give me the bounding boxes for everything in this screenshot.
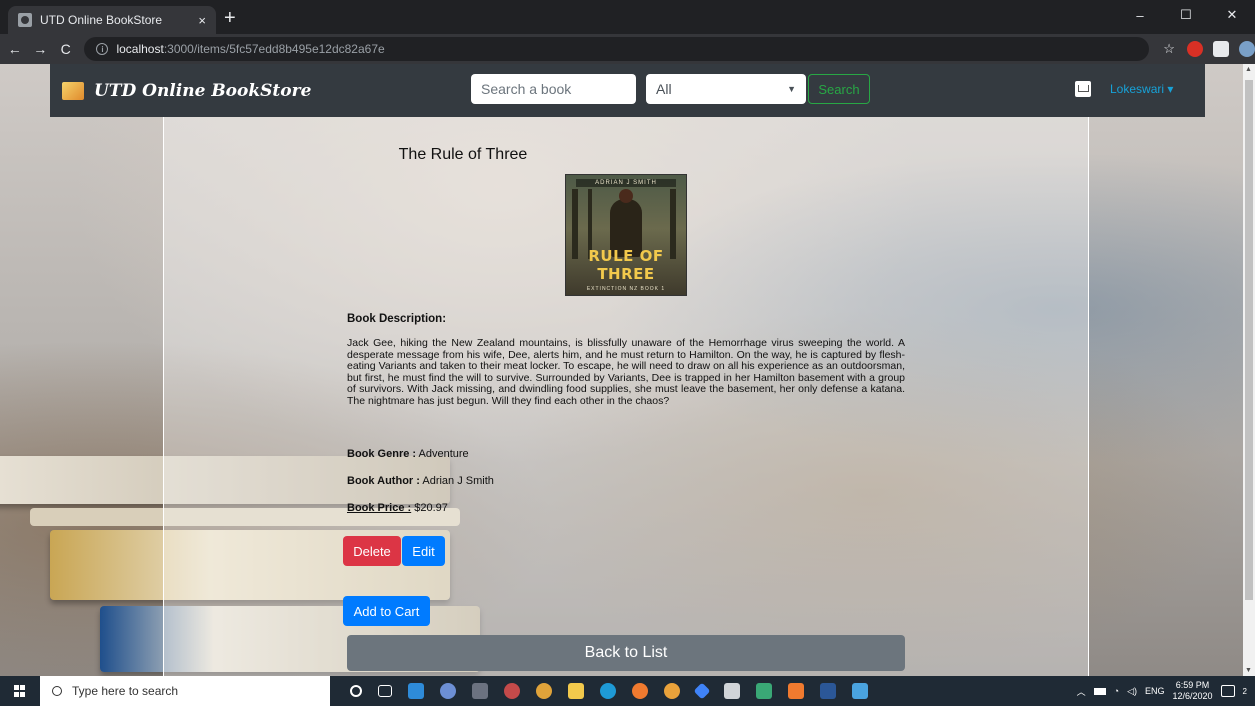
window-controls: – ☐ ✕ <box>1117 0 1255 30</box>
terminal-icon[interactable] <box>724 683 740 699</box>
chevron-down-icon: ▼ <box>787 84 796 94</box>
delete-button[interactable]: Delete <box>343 536 401 566</box>
keyboard-icon[interactable] <box>472 683 488 699</box>
star-icon[interactable]: ☆ <box>1161 41 1177 57</box>
scrollbar-thumb[interactable] <box>1245 80 1253 600</box>
wifi-icon[interactable]: ◔ <box>1114 686 1119 696</box>
book-title: The Rule of Three <box>398 146 528 163</box>
tray-chevron-icon[interactable]: ︿ <box>1077 685 1086 698</box>
url-path: :3000/items/5fc57edd8b495e12dc82a67e <box>163 42 385 56</box>
genre-value: Adventure <box>418 448 469 460</box>
word-icon[interactable] <box>820 683 836 699</box>
app-r-icon[interactable] <box>440 683 456 699</box>
sublime-icon[interactable] <box>788 683 804 699</box>
book-price: Book Price : $20.97 <box>347 502 905 514</box>
add-to-cart-button[interactable]: Add to Cart <box>343 596 430 626</box>
extension-red-icon[interactable] <box>1187 41 1204 57</box>
git-icon[interactable] <box>693 682 711 700</box>
volume-icon[interactable]: ◁) <box>1127 686 1137 697</box>
notification-center-icon[interactable] <box>1220 685 1235 697</box>
profile-avatar-icon[interactable] <box>1239 41 1255 57</box>
windows-logo-icon <box>14 685 26 697</box>
task-view-icon[interactable] <box>378 685 392 697</box>
genre-label: Book Genre : <box>347 448 417 460</box>
edit-button[interactable]: Edit <box>402 536 445 566</box>
forward-arrow-icon[interactable]: → <box>29 41 50 57</box>
settings-gear-icon[interactable] <box>504 683 520 699</box>
scroll-up-icon[interactable]: ▲ <box>1245 66 1252 73</box>
description-text: Jack Gee, hiking the New Zealand mountai… <box>347 337 905 407</box>
app-green-icon[interactable] <box>756 683 772 699</box>
language-indicator[interactable]: ENG <box>1145 686 1165 696</box>
back-arrow-icon[interactable]: ← <box>4 41 25 57</box>
browser-toolbar: ← → C i localhost :3000/items/5fc57edd8b… <box>0 34 1255 64</box>
scroll-down-icon[interactable]: ▼ <box>1245 667 1252 674</box>
cover-author: ADRIAN J SMITH <box>576 179 676 187</box>
price-label: Book Price : <box>347 502 412 514</box>
category-selected: All <box>656 81 672 97</box>
book-author: Book Author : Adrian J Smith <box>347 475 905 487</box>
mail-icon[interactable] <box>408 683 424 699</box>
category-select[interactable]: All ▼ <box>646 74 806 104</box>
search-icon <box>52 686 62 696</box>
battery-icon[interactable] <box>1093 687 1106 695</box>
user-name: Lokeswari <box>1110 82 1165 96</box>
new-tab-button[interactable]: + <box>224 6 236 30</box>
tab-close-icon[interactable]: × <box>198 13 206 28</box>
extensions-puzzle-icon[interactable] <box>1213 41 1230 57</box>
maximize-icon[interactable]: ☐ <box>1163 0 1209 30</box>
app-blue-icon[interactable] <box>852 683 868 699</box>
edge-icon[interactable] <box>600 683 616 699</box>
bookstore-logo-icon <box>62 81 84 100</box>
file-explorer-icon[interactable] <box>568 683 584 699</box>
description-heading: Book Description: <box>347 313 447 325</box>
book-genre: Book Genre : Adventure <box>347 448 905 460</box>
firefox-icon[interactable] <box>632 683 648 699</box>
page-viewport: UTD Online BookStore All ▼ Search Lokesw… <box>0 64 1243 676</box>
extension-icons: ☆ <box>1161 41 1255 57</box>
url-host: localhost <box>116 42 164 56</box>
address-bar[interactable]: i localhost :3000/items/5fc57edd8b495e12… <box>84 37 1150 61</box>
slack-icon[interactable] <box>536 683 552 699</box>
site-info-icon[interactable]: i <box>96 43 109 55</box>
author-value: Adrian J Smith <box>422 475 494 487</box>
user-menu[interactable]: Lokeswari ▾ <box>1110 82 1173 96</box>
brand-name: UTD Online BookStore <box>94 80 312 101</box>
close-window-icon[interactable]: ✕ <box>1209 0 1255 30</box>
notification-count: 2 <box>1242 686 1247 696</box>
cover-title: RULE OF THREE <box>588 247 664 283</box>
reload-icon[interactable]: C <box>55 41 76 57</box>
tab-title: UTD Online BookStore <box>40 13 163 27</box>
system-tray: ︿ ◔ ◁) ENG 6:59 PM 12/6/2020 2 <box>1077 676 1255 706</box>
search-button[interactable]: Search <box>808 74 870 104</box>
taskbar-search-placeholder: Type here to search <box>72 684 179 698</box>
back-to-list-button[interactable]: Back to List <box>347 635 905 671</box>
price-value: $20.97 <box>414 502 448 514</box>
site-navbar: UTD Online BookStore All ▼ Search Lokesw… <box>50 64 1205 117</box>
favicon-icon <box>18 13 32 27</box>
cart-icon[interactable] <box>1075 81 1091 97</box>
minimize-icon[interactable]: – <box>1117 0 1163 30</box>
author-label: Book Author : <box>347 475 420 487</box>
page-scrollbar[interactable]: ▲ ▼ <box>1243 64 1255 676</box>
windows-taskbar: Type here to search ︿ ◔ ◁) ENG 6:59 PM 1… <box>0 676 1255 706</box>
clock-date: 12/6/2020 <box>1172 691 1213 701</box>
chrome-icon[interactable] <box>664 683 680 699</box>
start-button[interactable] <box>0 676 40 706</box>
taskbar-search[interactable]: Type here to search <box>40 676 330 706</box>
clock[interactable]: 6:59 PM 12/6/2020 <box>1173 680 1213 702</box>
cover-series: EXTINCTION NZ BOOK 1 <box>586 286 666 292</box>
taskbar-apps <box>350 682 868 700</box>
brand[interactable]: UTD Online BookStore <box>62 81 311 101</box>
caret-down-icon: ▾ <box>1167 82 1174 96</box>
clock-time: 6:59 PM <box>1175 680 1210 690</box>
browser-tab[interactable]: UTD Online BookStore × <box>8 6 216 34</box>
book-cover-image: ADRIAN J SMITH RULE OF THREE EXTINCTION … <box>565 174 687 296</box>
cortana-icon[interactable] <box>350 685 362 697</box>
search-input[interactable] <box>471 74 636 104</box>
browser-tabstrip: UTD Online BookStore × + – ☐ ✕ <box>0 0 1255 34</box>
